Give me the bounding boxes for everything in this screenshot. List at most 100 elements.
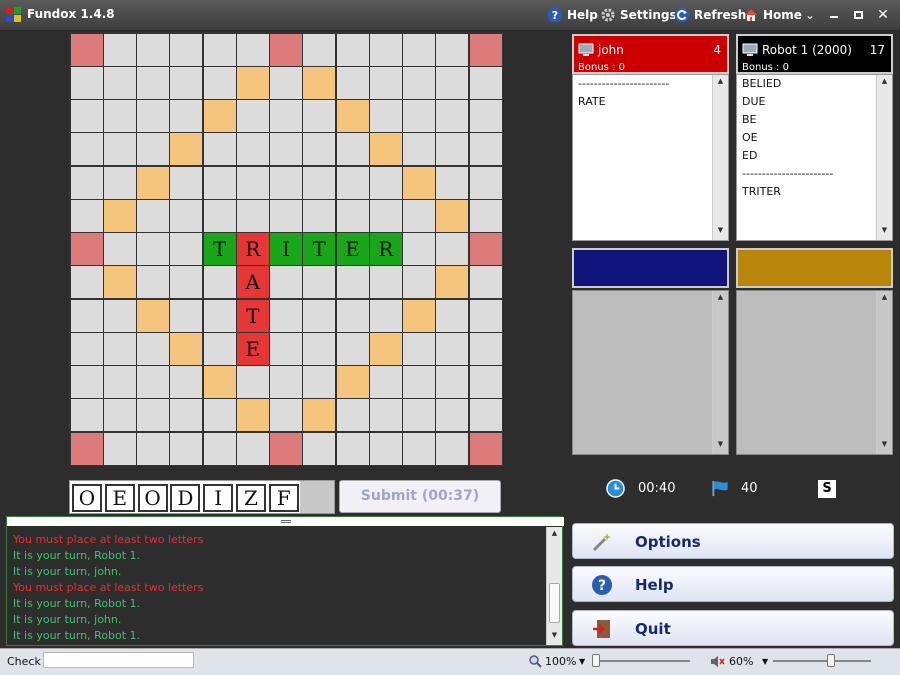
board-square[interactable]: [303, 366, 336, 398]
submit-button[interactable]: Submit (00:37): [339, 480, 501, 513]
board-square[interactable]: [170, 233, 203, 265]
board-square[interactable]: [336, 33, 369, 66]
board-square[interactable]: [469, 332, 502, 365]
board-square[interactable]: [137, 432, 169, 465]
board-square[interactable]: [369, 166, 402, 199]
board-square[interactable]: [369, 432, 402, 465]
board-square[interactable]: [103, 166, 136, 199]
board-square[interactable]: [303, 266, 336, 299]
double-word-square[interactable]: [203, 100, 236, 132]
board-square[interactable]: [137, 366, 169, 398]
double-word-square[interactable]: [336, 366, 369, 398]
board-square[interactable]: [403, 233, 435, 265]
board-square[interactable]: [403, 66, 435, 99]
board-square[interactable]: [170, 199, 203, 232]
rack-tile[interactable]: O: [72, 484, 102, 512]
board-square[interactable]: [170, 299, 203, 332]
board-square[interactable]: [203, 299, 236, 332]
board-square[interactable]: [303, 332, 336, 365]
rack-empty-slot[interactable]: [300, 481, 334, 513]
scrollbar[interactable]: ▲ ▼: [876, 291, 892, 454]
board-square[interactable]: [469, 100, 502, 132]
zoom-slider-thumb[interactable]: [592, 654, 600, 667]
board-square[interactable]: [236, 366, 269, 398]
board-square[interactable]: [303, 299, 336, 332]
board-square[interactable]: [103, 66, 136, 99]
board-square[interactable]: [137, 33, 169, 66]
board-square[interactable]: [270, 199, 302, 232]
board-square[interactable]: [270, 100, 302, 132]
board-square[interactable]: [170, 366, 203, 398]
board-square[interactable]: [436, 100, 469, 132]
board-square[interactable]: [403, 432, 435, 465]
board-square[interactable]: [336, 332, 369, 365]
board-square[interactable]: [303, 166, 336, 199]
board-square[interactable]: [236, 199, 269, 232]
board-square[interactable]: [336, 432, 369, 465]
board-square[interactable]: [70, 399, 103, 432]
board-square[interactable]: [170, 266, 203, 299]
double-word-square[interactable]: [336, 100, 369, 132]
board-square[interactable]: [403, 33, 435, 66]
board-square[interactable]: [70, 199, 103, 232]
double-word-square[interactable]: [369, 332, 402, 365]
chat-resize-handle[interactable]: [7, 517, 564, 526]
board-square[interactable]: [403, 266, 435, 299]
board-square[interactable]: [436, 332, 469, 365]
board-square[interactable]: [403, 199, 435, 232]
board-square[interactable]: [369, 399, 402, 432]
board-square[interactable]: [70, 166, 103, 199]
board-square[interactable]: [469, 166, 502, 199]
board-square[interactable]: [170, 432, 203, 465]
triple-word-square[interactable]: [70, 33, 103, 66]
triple-word-square[interactable]: [70, 432, 103, 465]
settings-toolbar-button[interactable]: Settings: [600, 6, 677, 24]
board-square[interactable]: [236, 432, 269, 465]
board-square[interactable]: [236, 133, 269, 166]
board-square[interactable]: [270, 332, 302, 365]
board-square[interactable]: [403, 332, 435, 365]
board-square[interactable]: [336, 66, 369, 99]
board-square[interactable]: [70, 366, 103, 398]
double-word-square[interactable]: [170, 332, 203, 365]
board-square[interactable]: [403, 399, 435, 432]
board-square[interactable]: [469, 399, 502, 432]
board-square[interactable]: [469, 266, 502, 299]
board-square[interactable]: [203, 399, 236, 432]
board-square[interactable]: [469, 299, 502, 332]
board-square[interactable]: [203, 199, 236, 232]
board-square[interactable]: [137, 133, 169, 166]
board-square[interactable]: [303, 133, 336, 166]
board-square[interactable]: [270, 399, 302, 432]
board-square[interactable]: [137, 66, 169, 99]
board-square[interactable]: [203, 332, 236, 365]
board-square[interactable]: [137, 199, 169, 232]
board-square[interactable]: [369, 66, 402, 99]
board-square[interactable]: [336, 166, 369, 199]
board-square[interactable]: [203, 133, 236, 166]
zoom-slider[interactable]: [592, 660, 690, 662]
board-square[interactable]: [436, 166, 469, 199]
board-square[interactable]: [103, 366, 136, 398]
board-square[interactable]: [70, 66, 103, 99]
double-word-square[interactable]: [403, 299, 435, 332]
board-square[interactable]: [436, 33, 469, 66]
rack-tile[interactable]: F: [268, 484, 299, 512]
scrollbar[interactable]: ▲ ▼: [712, 75, 728, 240]
board-square[interactable]: [369, 199, 402, 232]
double-word-square[interactable]: [436, 199, 469, 232]
zoom-dropdown-icon[interactable]: ▼: [579, 657, 585, 666]
double-word-square[interactable]: [103, 266, 136, 299]
board-square[interactable]: [270, 266, 302, 299]
maximize-button[interactable]: [850, 7, 866, 23]
double-word-square[interactable]: [236, 399, 269, 432]
board-square[interactable]: [469, 199, 502, 232]
board-square[interactable]: [369, 33, 402, 66]
board-square[interactable]: [403, 100, 435, 132]
double-word-square[interactable]: [137, 299, 169, 332]
board-square[interactable]: [270, 366, 302, 398]
board-square[interactable]: [436, 299, 469, 332]
board-square[interactable]: [303, 432, 336, 465]
board-square[interactable]: [436, 432, 469, 465]
board-square[interactable]: [336, 299, 369, 332]
